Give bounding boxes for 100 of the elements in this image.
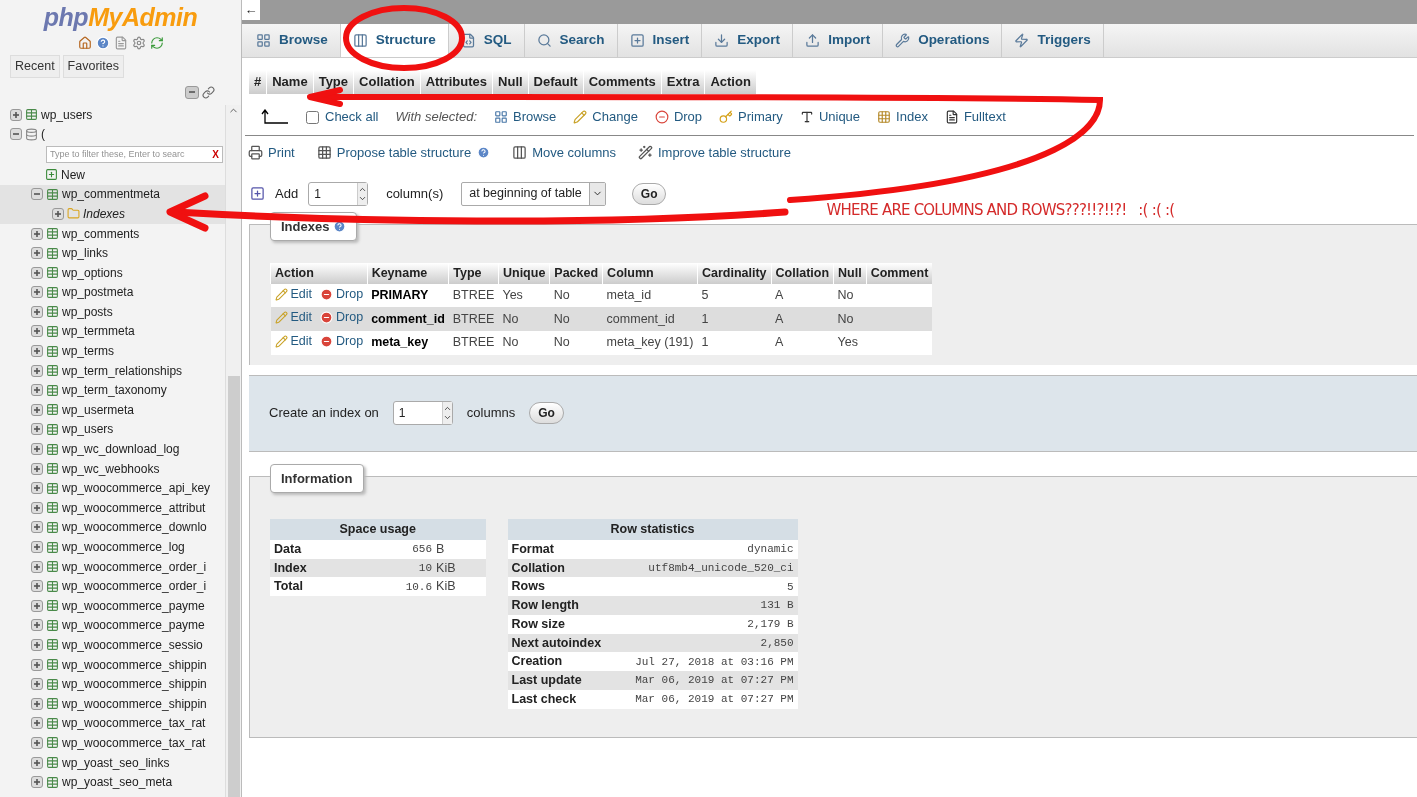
expand-icon[interactable] [31,247,43,260]
number-field[interactable]: 1 [392,401,453,426]
tab[interactable]: Search [524,24,618,57]
tree-item[interactable]: wp_termmeta [0,321,225,342]
action-button[interactable]: Index [877,107,928,127]
tool-link[interactable]: Improve table structure [637,142,791,163]
tree-item[interactable]: wp_wc_webhooks [0,458,225,479]
expand-icon[interactable] [31,658,43,671]
sidebar-tab[interactable]: Favorites [62,55,124,78]
expand-icon[interactable] [31,325,43,338]
expand-icon[interactable] [31,521,43,534]
tab[interactable]: SQL [448,24,525,57]
tree-item[interactable]: wp_woocommerce_tax_rat [0,713,225,734]
document-icon[interactable] [113,36,128,50]
action-button[interactable]: Change [573,107,638,127]
action-button[interactable]: Unique [799,107,861,127]
expand-icon[interactable] [31,736,43,749]
settings-icon[interactable] [131,36,146,50]
tab[interactable]: Operations [883,24,1003,57]
go-button[interactable]: Go [631,182,667,205]
collapse-icon[interactable] [10,128,22,141]
tree-item[interactable]: wp_woocommerce_sessio [0,635,225,655]
position-select[interactable]: at beginning of table [461,181,606,206]
expand-icon[interactable] [31,462,43,475]
help-icon[interactable] [95,36,110,50]
tree-item[interactable]: wp_links [0,243,225,263]
tree-item[interactable]: wp_postmeta [0,282,225,303]
tab[interactable]: Import [793,24,884,57]
tree-item[interactable]: wp_woocommerce_log [0,537,225,557]
expand-icon[interactable] [31,580,43,593]
tree-item[interactable]: wp_commentmeta [0,184,225,205]
sidebar-tab[interactable]: Recent [10,55,60,78]
action-button[interactable]: Drop [654,107,703,127]
index-row[interactable]: Edit Drop meta_key BTREE No No meta_key (191) 1 A Yes [270,331,933,355]
tool-link[interactable]: Propose table structure [316,142,472,163]
expand-icon[interactable] [31,286,43,299]
logo[interactable]: phpMyAdmin [0,0,241,33]
help-icon[interactable] [477,146,491,159]
tree-item[interactable]: wp_users [0,419,225,440]
expand-icon[interactable] [10,108,22,121]
expand-icon[interactable] [31,639,43,651]
tree-item[interactable]: ( [0,124,225,144]
action-button[interactable]: Fulltext [944,107,1006,127]
tree-item[interactable]: wp_woocommerce_payme [0,615,225,636]
index-row[interactable]: Edit Drop comment_id BTREE No No comment_id 1 A No [270,307,933,331]
tree-item[interactable]: wp_term_relationships [0,360,225,381]
tree-item[interactable]: wp_woocommerce_shippin [0,674,225,694]
tree-item[interactable]: wp_woocommerce_shippin [0,693,225,714]
tree-item[interactable]: wp_woocommerce_order_i [0,556,225,577]
expand-icon[interactable] [31,541,43,553]
home-icon[interactable] [77,36,92,50]
tab[interactable]: Export [702,24,794,57]
expand-icon[interactable] [31,717,43,730]
back-button[interactable]: ← [242,0,260,20]
tree-item[interactable]: wp_yoast_seo_meta [0,772,225,792]
help-icon[interactable] [333,219,347,233]
number-field[interactable]: 1 [308,181,369,206]
expand-icon[interactable] [31,345,43,358]
expand-icon[interactable] [31,443,43,456]
tree-item[interactable]: wp_options [0,262,225,283]
tree-item[interactable]: wp_wc_download_log [0,439,225,459]
expand-icon[interactable] [31,423,43,436]
action-button[interactable]: Browse [494,107,557,127]
edit-link[interactable]: Edit [274,308,313,328]
expand-icon[interactable] [31,501,43,514]
expand-icon[interactable] [31,305,43,318]
drop-link[interactable]: Drop [320,284,364,304]
tab[interactable]: Structure [340,24,449,57]
expand-icon[interactable] [31,482,43,495]
tree-item[interactable]: wp_woocommerce_order_i [0,576,225,596]
expand-icon[interactable] [31,364,43,377]
tree-item[interactable]: wp_woocommerce_shippin [0,654,225,675]
tree-item[interactable]: wp_comments [0,223,225,244]
expand-icon[interactable] [52,207,64,220]
tree-item[interactable]: wp_usermeta [0,400,225,420]
clear-filter-button[interactable]: X [209,146,222,162]
expand-icon[interactable] [31,756,43,769]
tree-item[interactable]: wp_yoast_seo_links [0,752,225,773]
expand-icon[interactable] [31,776,43,789]
tree-item[interactable]: New [0,164,225,185]
go-button[interactable]: Go [529,402,564,425]
drop-link[interactable]: Drop [320,332,364,351]
action-button[interactable]: Primary [719,107,783,127]
tree-item[interactable]: wp_users [0,104,225,125]
tree-item[interactable]: wp_posts [0,302,225,322]
drop-link[interactable]: Drop [320,308,364,328]
tool-link[interactable]: Print [248,142,295,163]
expand-icon[interactable] [31,619,43,632]
expand-icon[interactable] [31,678,43,691]
tree-item[interactable]: wp_woocommerce_payme [0,596,225,616]
tool-link[interactable]: Move columns [512,142,616,163]
tree-item[interactable]: wp_woocommerce_api_key [0,478,225,499]
tree-item[interactable]: wp_woocommerce_tax_rat [0,733,225,753]
edit-link[interactable]: Edit [274,332,313,351]
tree-item[interactable]: wp_terms [0,341,225,361]
reload-icon[interactable] [149,36,164,50]
tab[interactable]: Browse [244,24,341,57]
edit-link[interactable]: Edit [274,284,313,304]
expand-icon[interactable] [31,403,43,416]
spinner-icon[interactable] [441,402,452,425]
